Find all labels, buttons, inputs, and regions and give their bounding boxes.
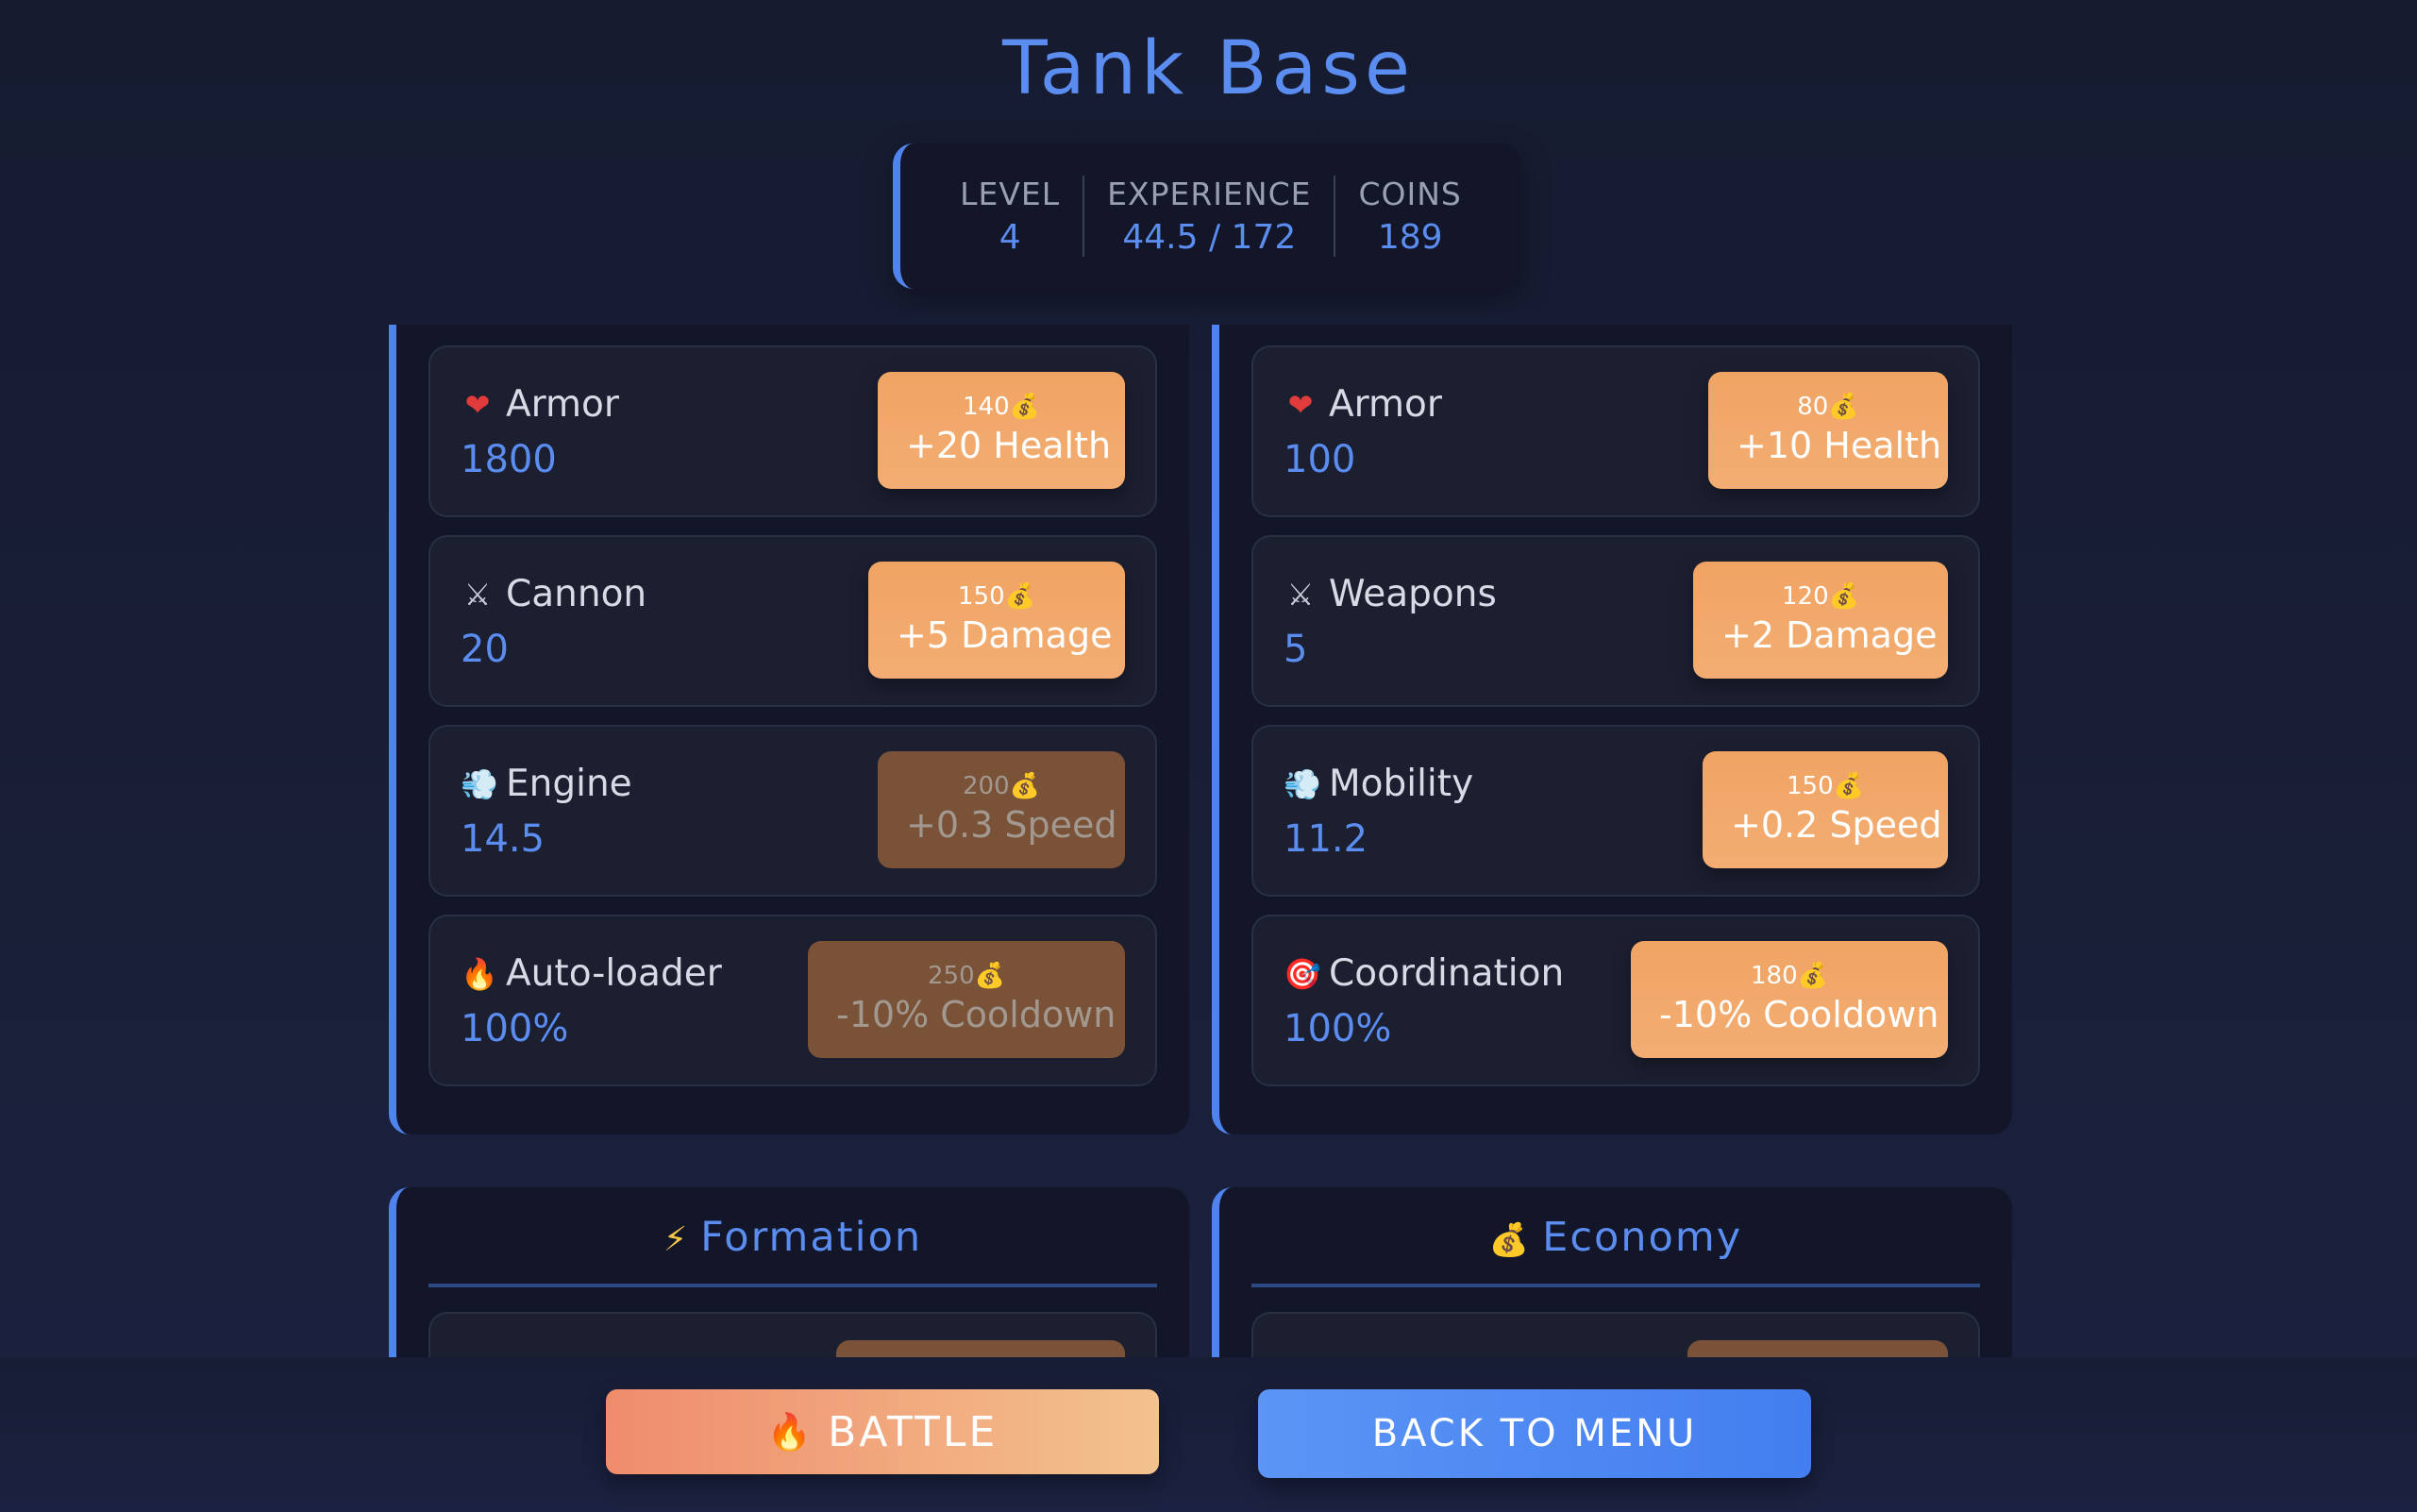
upgrade-label: +20 Health [906, 425, 1112, 466]
target-icon: 🎯 [1284, 955, 1321, 992]
bottom-bar [0, 1357, 2417, 1512]
upgrade-name: ❤ Armor [1284, 383, 1442, 426]
wind-icon: 💨 [1284, 765, 1321, 802]
upgrade-label: +10 Health [1737, 425, 1942, 466]
upgrade-value: 1800 [461, 438, 557, 481]
formation-upgrade-card [428, 1312, 1157, 1357]
upgrade-name: 🔥 Auto-loader [461, 952, 722, 995]
upgrade-name: 🎯 Coordination [1284, 952, 1564, 995]
upgrade-value: 20 [461, 628, 509, 671]
upgrade-button[interactable]: 120💰 +2 Damage [1693, 562, 1948, 679]
upgrade-name-text: Armor [1329, 383, 1442, 426]
stat-level: LEVEL 4 [937, 176, 1083, 257]
upgrade-name-text: Cannon [506, 573, 647, 615]
upgrade-value: 100% [1284, 1007, 1392, 1050]
fire-icon: 🔥 [461, 955, 498, 992]
upgrade-name-text: Auto-loader [506, 952, 722, 995]
upgrade-name-text: Engine [506, 763, 632, 805]
upgrade-value: 11.2 [1284, 817, 1368, 861]
upgrade-label: +0.2 Speed [1731, 804, 1942, 846]
crossed-swords-icon: ⚔ [463, 576, 492, 613]
formation-upgrade-button[interactable] [836, 1340, 1125, 1357]
economy-upgrade-card [1251, 1312, 1980, 1357]
upgrade-button[interactable]: 180💰 -10% Cooldown [1631, 941, 1948, 1058]
back-to-menu-label: BACK TO MENU [1371, 1412, 1698, 1455]
upgrade-label: -10% Cooldown [1659, 994, 1939, 1035]
economy-divider [1251, 1284, 1980, 1287]
upgrade-label: +2 Damage [1721, 614, 1938, 656]
crossed-swords-icon: ⚔ [1286, 576, 1315, 613]
stat-level-value: 4 [999, 218, 1021, 257]
upgrade-card: ❤ Armor 100 80💰 +10 Health [1251, 345, 1980, 517]
unit-upgrades-panel[interactable]: ❤ Armor 100 80💰 +10 Health ⚔ Weapons 5 120💰 +2 Da… [1212, 325, 2012, 1134]
upgrade-cost: 250💰 [928, 962, 1005, 990]
upgrade-cost: 200💰 [963, 772, 1040, 800]
stat-experience-label: EXPERIENCE [1107, 176, 1312, 212]
upgrade-cost: 180💰 [1751, 962, 1828, 990]
upgrade-name: ⚔ Cannon [461, 573, 647, 615]
upgrade-value: 100% [461, 1007, 569, 1050]
economy-title-text: Economy [1542, 1214, 1743, 1261]
upgrade-cost: 150💰 [1787, 772, 1864, 800]
upgrade-cost: 80💰 [1797, 393, 1859, 421]
money-bag-icon: 💰 [1488, 1221, 1532, 1259]
upgrade-cost: 150💰 [958, 582, 1035, 611]
upgrade-button[interactable]: 250💰 -10% Cooldown [808, 941, 1125, 1058]
heart-icon: ❤ [464, 386, 491, 423]
upgrade-label: +0.3 Speed [906, 804, 1117, 846]
economy-title: 💰 Economy [1251, 1214, 1980, 1261]
stat-coins-label: COINS [1358, 176, 1462, 212]
upgrade-cost: 140💰 [963, 393, 1040, 421]
wind-icon: 💨 [461, 765, 498, 802]
upgrade-name-text: Mobility [1329, 763, 1474, 805]
formation-title: ⚡ Formation [428, 1214, 1157, 1261]
upgrade-value: 100 [1284, 438, 1356, 481]
back-to-menu-button[interactable]: BACK TO MENU [1258, 1389, 1811, 1478]
upgrade-button[interactable]: 150💰 +0.2 Speed [1703, 751, 1948, 868]
upgrade-name-text: Armor [506, 383, 619, 426]
upgrade-name: 💨 Mobility [1284, 763, 1473, 805]
upgrade-value: 14.5 [461, 817, 546, 861]
upgrade-button[interactable]: 150💰 +5 Damage [868, 562, 1125, 679]
upgrade-card: ⚔ Weapons 5 120💰 +2 Damage [1251, 535, 1980, 707]
upgrade-label: -10% Cooldown [836, 994, 1116, 1035]
stat-coins: COINS 189 [1334, 176, 1484, 257]
tank-upgrades-panel[interactable]: ❤ Armor 1800 140💰 +20 Health ⚔ Cannon 20 150💰 +5 … [389, 325, 1189, 1134]
battle-button[interactable]: 🔥 BATTLE [606, 1389, 1159, 1474]
stat-coins-value: 189 [1377, 218, 1443, 257]
upgrade-card: 🎯 Coordination 100% 180💰 -10% Cooldown [1251, 915, 1980, 1086]
upgrade-cost: 120💰 [1782, 582, 1859, 611]
upgrade-value: 5 [1284, 628, 1308, 671]
formation-panel[interactable]: ⚡ Formation [389, 1187, 1189, 1357]
economy-panel[interactable]: 💰 Economy [1212, 1187, 2012, 1357]
upgrade-button[interactable]: 140💰 +20 Health [878, 372, 1125, 489]
stat-experience: EXPERIENCE 44.5 / 172 [1083, 176, 1334, 257]
page-title: Tank Base [1002, 26, 1415, 111]
upgrade-name-text: Weapons [1329, 573, 1497, 615]
upgrade-label: +5 Damage [897, 614, 1113, 656]
stat-level-label: LEVEL [960, 176, 1061, 212]
stats-panel: LEVEL 4 EXPERIENCE 44.5 / 172 COINS 189 [893, 143, 1521, 289]
upgrade-name: ⚔ Weapons [1284, 573, 1497, 615]
formation-divider [428, 1284, 1157, 1287]
upgrade-card: 💨 Engine 14.5 200💰 +0.3 Speed [428, 725, 1157, 897]
fire-icon: 🔥 [766, 1410, 815, 1453]
upgrade-button[interactable]: 200💰 +0.3 Speed [878, 751, 1125, 868]
upgrade-card: ❤ Armor 1800 140💰 +20 Health [428, 345, 1157, 517]
formation-title-text: Formation [700, 1214, 923, 1261]
battle-button-label: BATTLE [828, 1407, 999, 1456]
stat-experience-value: 44.5 / 172 [1122, 218, 1297, 257]
economy-upgrade-button[interactable] [1687, 1340, 1948, 1357]
heart-icon: ❤ [1287, 386, 1314, 423]
lightning-icon: ⚡ [663, 1220, 690, 1259]
upgrade-card: 🔥 Auto-loader 100% 250💰 -10% Cooldown [428, 915, 1157, 1086]
upgrade-name: ❤ Armor [461, 383, 619, 426]
upgrade-name: 💨 Engine [461, 763, 632, 805]
upgrade-card: ⚔ Cannon 20 150💰 +5 Damage [428, 535, 1157, 707]
upgrade-name-text: Coordination [1329, 952, 1565, 995]
upgrade-card: 💨 Mobility 11.2 150💰 +0.2 Speed [1251, 725, 1980, 897]
upgrade-button[interactable]: 80💰 +10 Health [1708, 372, 1948, 489]
